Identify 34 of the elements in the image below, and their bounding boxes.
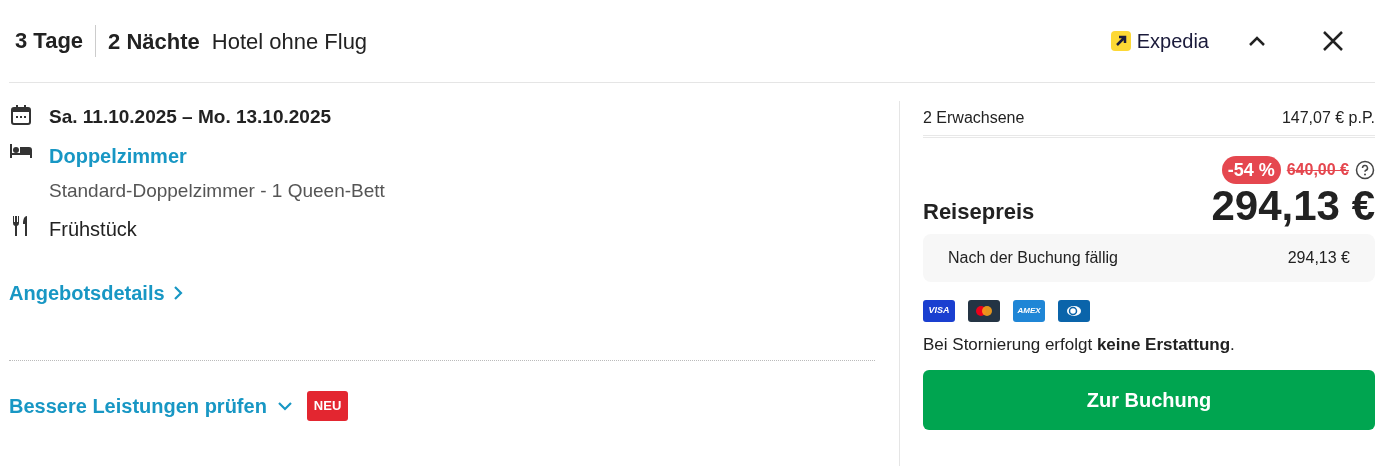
- calendar-icon: [10, 104, 32, 126]
- total-price: 294,13 €: [1211, 182, 1375, 230]
- bed-icon: [9, 141, 33, 160]
- old-price: 640,00 €: [1286, 160, 1349, 180]
- due-amount: 294,13 €: [1287, 248, 1350, 268]
- duration-days: 3 Tage: [9, 25, 97, 57]
- provider-logo-icon: [1110, 31, 1131, 51]
- chevron-right-icon: [172, 285, 183, 301]
- offer-details-link[interactable]: Angebotsdetails: [9, 278, 183, 308]
- total-price-label: Reisepreis: [923, 198, 1035, 226]
- cancellation-note: Bei Stornierung erfolgt keine Erstattung.: [923, 334, 1236, 356]
- price-per-person: 147,07 € p.P.: [1281, 108, 1375, 128]
- due-label: Nach der Buchung fällig: [948, 248, 1118, 268]
- detail-text: Frühstück: [49, 217, 137, 242]
- close-icon: [1322, 30, 1344, 52]
- book-button[interactable]: Zur Buchung: [923, 369, 1375, 430]
- travellers: 2 Erwachsene: [923, 108, 1025, 128]
- provider-name: Expedia: [1136, 29, 1209, 54]
- mastercard-icon: [968, 300, 1000, 322]
- room-link[interactable]: Doppelzimmer: [49, 140, 385, 171]
- room-description: Standard-Doppelzimmer - 1 Queen-Bett: [49, 178, 385, 203]
- diners-card-icon: [1058, 300, 1090, 322]
- detail-text: Sa. 11.10.2025 – Mo. 13.10.2025: [49, 105, 332, 129]
- new-badge: NEU: [306, 391, 349, 421]
- upgrade-link[interactable]: Bessere Leistungen prüfen: [9, 391, 293, 421]
- duration-nights: 2 Nächte: [107, 27, 200, 56]
- chevron-up-icon: [1248, 35, 1266, 47]
- help-icon[interactable]: [1355, 160, 1375, 180]
- close-button[interactable]: [1321, 29, 1345, 53]
- visa-card-icon: VISA: [923, 300, 955, 322]
- trip-type: Hotel ohne Flug: [211, 27, 368, 56]
- chevron-down-icon: [276, 401, 293, 411]
- amex-card-icon: AMEX: [1013, 300, 1045, 322]
- discount-badge: -54 %: [1221, 156, 1281, 184]
